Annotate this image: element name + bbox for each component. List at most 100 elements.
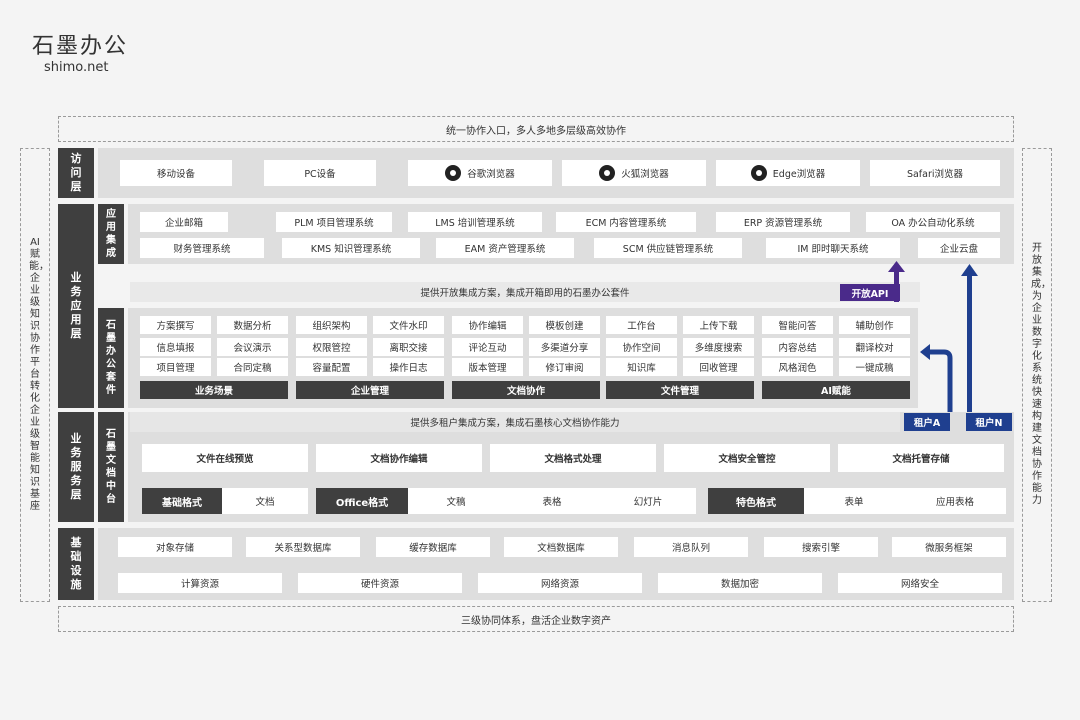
left-side-text: AI赋能，企业级知识协作平台转化企业级智能知识基座 bbox=[29, 237, 49, 512]
integration-system: ERP 资源管理系统 bbox=[716, 212, 850, 232]
office-suite-label: 石墨办公套件 bbox=[98, 308, 124, 408]
format-item: 表格 bbox=[504, 488, 600, 514]
infra-resource: 网络资源 bbox=[478, 573, 642, 593]
suite-feature: 会议演示 bbox=[217, 338, 288, 356]
brand-name: 石墨办公 bbox=[32, 34, 129, 59]
doc-capability: 文档协作编辑 bbox=[316, 444, 482, 472]
suite-group-title: 文档协作 bbox=[452, 381, 600, 399]
suite-feature: 修订审阅 bbox=[529, 358, 600, 376]
infra-resource: 硬件资源 bbox=[298, 573, 462, 593]
suite-feature: 数据分析 bbox=[217, 316, 288, 334]
integration-system: PLM 项目管理系统 bbox=[276, 212, 392, 232]
suite-feature: 回收管理 bbox=[683, 358, 754, 376]
format-item: 文档 bbox=[222, 488, 308, 514]
suite-feature: 知识库 bbox=[606, 358, 677, 376]
format-item: 应用表格 bbox=[904, 488, 1006, 514]
doc-capability: 文档托管存储 bbox=[838, 444, 1004, 472]
integration-system: ECM 内容管理系统 bbox=[556, 212, 696, 232]
access-mobile: 移动设备 bbox=[120, 160, 232, 186]
suite-feature: 翻译校对 bbox=[839, 338, 910, 356]
app-integration-label: 应用集成 bbox=[98, 204, 124, 264]
integration-system: EAM 资产管理系统 bbox=[436, 238, 574, 258]
suite-feature: 文件水印 bbox=[373, 316, 444, 334]
infra-resource: 网络安全 bbox=[838, 573, 1002, 593]
suite-feature: 协作编辑 bbox=[452, 316, 523, 334]
left-side-panel: AI赋能，企业级知识协作平台转化企业级智能知识基座 bbox=[20, 148, 50, 602]
suite-feature: 一键成稿 bbox=[839, 358, 910, 376]
business-service-layer-label: 业务服务层 bbox=[58, 412, 94, 522]
doc-capability: 文档格式处理 bbox=[490, 444, 656, 472]
infra-component: 微服务框架 bbox=[892, 537, 1006, 557]
doc-capability: 文件在线预览 bbox=[142, 444, 308, 472]
doc-capability: 文档安全管控 bbox=[664, 444, 830, 472]
suite-feature: 权限管控 bbox=[296, 338, 367, 356]
suite-feature: 版本管理 bbox=[452, 358, 523, 376]
suite-feature: 方案撰写 bbox=[140, 316, 211, 334]
multi-tenant-banner: 提供多租户集成方案，集成石墨核心文档协作能力 bbox=[130, 412, 900, 432]
business-app-layer-label: 业务应用层 bbox=[58, 204, 94, 408]
tenant-n-tag: 租户N bbox=[966, 413, 1012, 431]
suite-feature: 风格润色 bbox=[762, 358, 833, 376]
suite-feature: 容量配置 bbox=[296, 358, 367, 376]
tenant-a-tag: 租户A bbox=[904, 413, 950, 431]
suite-feature: 评论互动 bbox=[452, 338, 523, 356]
access-pc: PC设备 bbox=[264, 160, 376, 186]
doc-middle-platform-label: 石墨文档中台 bbox=[98, 412, 124, 522]
suite-feature: 合同定稿 bbox=[217, 358, 288, 376]
format-item: 表单 bbox=[804, 488, 904, 514]
format-item: 幻灯片 bbox=[600, 488, 696, 514]
suite-feature: 组织架构 bbox=[296, 316, 367, 334]
access-firefox: 火狐浏览器 bbox=[562, 160, 706, 186]
suite-group-title: 文件管理 bbox=[606, 381, 754, 399]
integration-system: IM 即时聊天系统 bbox=[766, 238, 900, 258]
infra-resource: 数据加密 bbox=[658, 573, 822, 593]
suite-feature: 智能问答 bbox=[762, 316, 833, 334]
integration-system: SCM 供应链管理系统 bbox=[594, 238, 742, 258]
suite-feature: 模板创建 bbox=[529, 316, 600, 334]
firefox-icon bbox=[599, 165, 616, 181]
suite-group-title: 企业管理 bbox=[296, 381, 444, 399]
format-tag: 基础格式 bbox=[142, 488, 222, 514]
format-item: 文稿 bbox=[408, 488, 504, 514]
integration-system: 企业云盘 bbox=[918, 238, 1000, 258]
edge-icon bbox=[750, 165, 767, 181]
suite-feature: 操作日志 bbox=[373, 358, 444, 376]
format-tag: 特色格式 bbox=[708, 488, 804, 514]
suite-feature: 信息填报 bbox=[140, 338, 211, 356]
brand-domain: shimo.net bbox=[44, 60, 109, 75]
integration-system: 财务管理系统 bbox=[140, 238, 264, 258]
right-side-text: 开放集成，为企业数字化系统快速构建文档协作能力 bbox=[1031, 243, 1051, 506]
access-edge: Edge浏览器 bbox=[716, 160, 860, 186]
suite-feature: 离职交接 bbox=[373, 338, 444, 356]
purple-arrow-icon bbox=[888, 261, 905, 302]
suite-feature: 多渠道分享 bbox=[529, 338, 600, 356]
right-side-panel: 开放集成，为企业数字化系统快速构建文档协作能力 bbox=[1022, 148, 1052, 602]
top-bar: 统一协作入口，多人多地多层级高效协作 bbox=[58, 116, 1014, 142]
suite-feature: 工作台 bbox=[606, 316, 677, 334]
bottom-bar: 三级协同体系，盘活企业数字资产 bbox=[58, 606, 1014, 632]
suite-feature: 项目管理 bbox=[140, 358, 211, 376]
suite-feature: 辅助创作 bbox=[839, 316, 910, 334]
infra-component: 缓存数据库 bbox=[376, 537, 490, 557]
infra-component: 关系型数据库 bbox=[246, 537, 360, 557]
suite-feature: 内容总结 bbox=[762, 338, 833, 356]
access-safari: Safari浏览器 bbox=[870, 160, 1000, 186]
integration-system: LMS 培训管理系统 bbox=[408, 212, 542, 232]
integration-system: OA 办公自动化系统 bbox=[866, 212, 1000, 232]
blue-arrow-n-icon bbox=[961, 264, 978, 416]
chrome-icon bbox=[445, 165, 462, 181]
open-integration-banner: 提供开放集成方案，集成开箱即用的石墨办公套件 bbox=[130, 282, 920, 302]
blue-arrow-a-icon bbox=[920, 344, 953, 416]
integration-system: KMS 知识管理系统 bbox=[282, 238, 420, 258]
infra-component: 对象存储 bbox=[118, 537, 232, 557]
suite-feature: 多维度搜索 bbox=[683, 338, 754, 356]
infra-component: 搜索引擎 bbox=[764, 537, 878, 557]
access-chrome: 谷歌浏览器 bbox=[408, 160, 552, 186]
infra-resource: 计算资源 bbox=[118, 573, 282, 593]
suite-group-title: AI赋能 bbox=[762, 381, 910, 399]
suite-group-title: 业务场景 bbox=[140, 381, 288, 399]
infra-component: 消息队列 bbox=[634, 537, 748, 557]
suite-feature: 协作空间 bbox=[606, 338, 677, 356]
access-layer-label: 访问层 bbox=[58, 148, 94, 198]
infra-component: 文档数据库 bbox=[504, 537, 618, 557]
